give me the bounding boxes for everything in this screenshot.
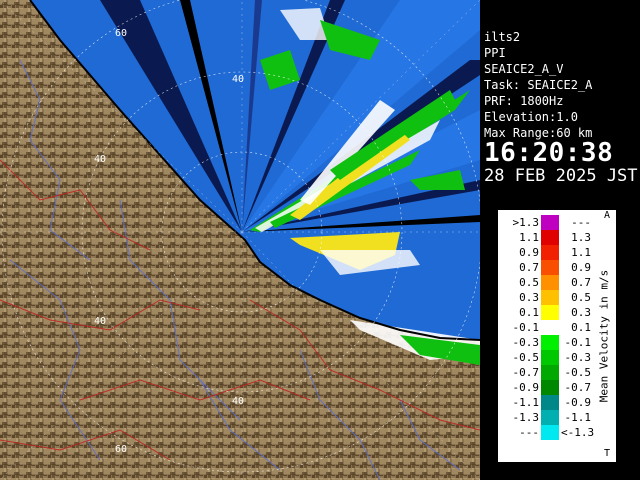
legend-row-low-value: -0.7: [512, 366, 540, 379]
ring-label: 40: [232, 74, 244, 85]
legend-row-low-value: 0.5: [519, 276, 539, 289]
scan-name: SEAICE2_A_V: [484, 62, 564, 76]
legend-color-swatch: [541, 275, 559, 290]
legend-color-swatch: [541, 245, 559, 260]
legend-row-low-value: 0.3: [519, 291, 539, 304]
legend-color-swatch: [541, 350, 559, 365]
scan-date: 28 FEB 2025 JST: [484, 166, 638, 186]
legend-color-swatch: [541, 305, 559, 320]
ring-label: 40: [94, 316, 106, 327]
legend-color-swatch: [541, 335, 559, 350]
product-type: PPI: [484, 46, 506, 60]
ring-label: 40: [94, 154, 106, 165]
legend-row-high-value: -0.1: [564, 336, 592, 349]
legend-row-low-value: -0.1: [512, 321, 540, 334]
site-name: ilts2: [484, 30, 521, 44]
legend-row-high-value: 1.3: [571, 231, 591, 244]
legend-color-swatch: [541, 365, 559, 380]
legend-color-swatch: [541, 380, 559, 395]
velocity-legend: >1.3 --- 1.1 1.3 0.9 1.1 0.7 0.9 0.5 0.7 0.3 0.5 0.1…: [498, 210, 616, 462]
legend-row-low-value: 0.7: [519, 261, 539, 274]
legend-row-high-value: -0.3: [564, 351, 592, 364]
prf-value: PRF: 1800Hz: [484, 94, 564, 108]
legend-row-low-value: 1.1: [519, 231, 539, 244]
legend-title-container: Mean Velocity in m/s: [594, 210, 614, 462]
legend-row-high-value: 0.3: [571, 306, 591, 319]
legend-row-high-value: 0.5: [571, 291, 591, 304]
ring-label: 60: [115, 444, 127, 455]
ring-label: 40: [232, 396, 244, 407]
legend-row-high-value: 0.9: [571, 261, 591, 274]
legend-row-low-value: -0.5: [512, 351, 540, 364]
task-name: Task: SEAICE2_A: [484, 78, 593, 92]
legend-row-low-value: 0.9: [519, 246, 539, 259]
legend-row-high-value: <-1.3: [561, 426, 595, 439]
legend-color-swatch: [541, 290, 559, 305]
legend-color-swatch: [541, 425, 559, 440]
legend-corner-bottom: T: [604, 448, 611, 459]
legend-color-swatch: [541, 395, 559, 410]
legend-color-swatch: [541, 410, 559, 425]
legend-corner-top: A: [604, 210, 611, 221]
legend-row-high-value: -0.9: [564, 396, 592, 409]
ring-label: 60: [115, 28, 127, 39]
legend-row-low-value: -1.1: [512, 396, 540, 409]
legend-row-low-value: -0.9: [512, 381, 540, 394]
legend-row-low-value: >1.3: [512, 216, 540, 229]
legend-row-high-value: -0.5: [564, 366, 592, 379]
legend-row-low-value: ---: [519, 426, 539, 439]
elevation-value: Elevation:1.0: [484, 110, 578, 124]
legend-row-high-value: ---: [571, 216, 591, 229]
legend-color-swatch: [541, 320, 559, 335]
legend-color-swatch: [541, 230, 559, 245]
legend-color-swatch: [541, 260, 559, 275]
legend-row-high-value: 0.7: [571, 276, 591, 289]
legend-row-high-value: 1.1: [571, 246, 591, 259]
legend-row-low-value: -1.3: [512, 411, 540, 424]
legend-color-swatch: [541, 215, 559, 230]
radar-image: 60 40 40 40 40 60: [0, 0, 480, 480]
scan-info-panel: ilts2 PPI SEAICE2_A_V Task: SEAICE2_A PR…: [480, 26, 640, 186]
legend-title: Mean Velocity in m/s: [597, 269, 611, 403]
legend-row-high-value: 0.1: [571, 321, 591, 334]
legend-row-low-value: -0.3: [512, 336, 540, 349]
legend-row-low-value: 0.1: [519, 306, 539, 319]
radar-ppi-map[interactable]: 60 40 40 40 40 60: [0, 0, 480, 480]
legend-row-high-value: -1.1: [564, 411, 592, 424]
legend-row-high-value: -0.7: [564, 381, 592, 394]
scan-time: 16:20:38: [484, 138, 614, 168]
